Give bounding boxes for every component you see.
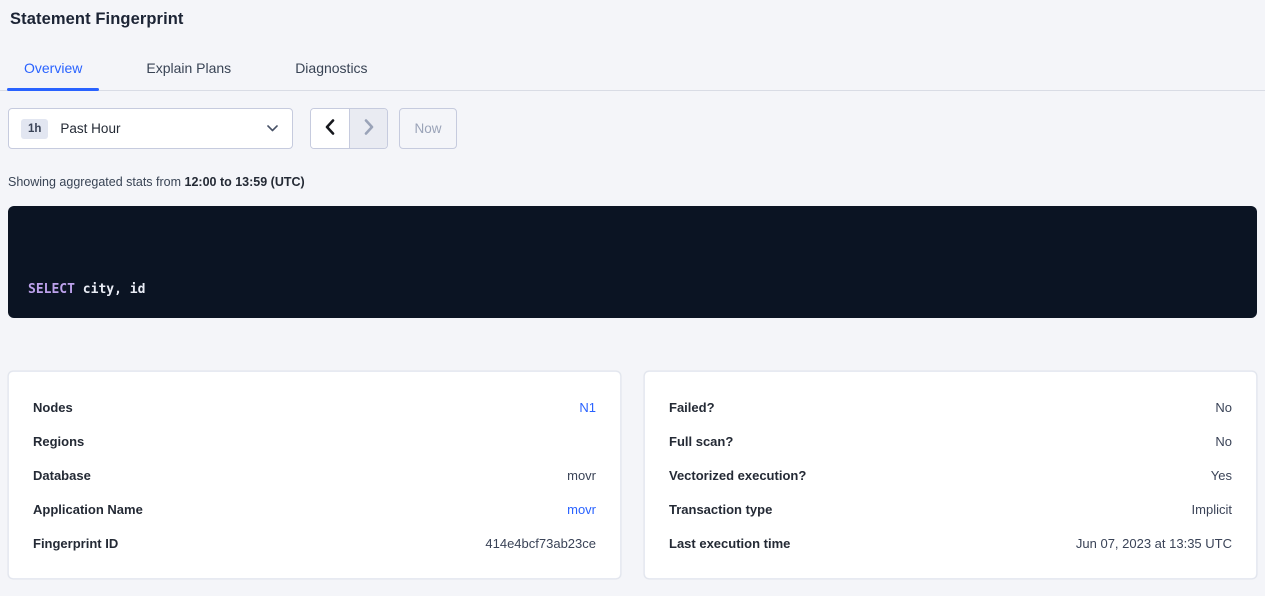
execution-attributes-card: Failed? No Full scan? No Vectorized exec… <box>644 371 1257 579</box>
sql-statement-box: SELECT city, id FROM vehicles WHERE city… <box>8 206 1257 318</box>
page-header: Statement Fingerprint <box>10 10 1265 32</box>
row-label-full-scan: Full scan? <box>669 434 733 449</box>
failed-value: No <box>1215 400 1232 415</box>
row-label-regions: Regions <box>33 434 84 449</box>
sql-text: city, id <box>75 282 145 297</box>
stats-prefix: Showing aggregated stats from <box>8 175 185 189</box>
interval-label: Past Hour <box>60 121 120 136</box>
database-value: movr <box>567 468 596 483</box>
tab-explain-plans[interactable]: Explain Plans <box>129 59 248 90</box>
time-toolbar: 1h Past Hour Now <box>8 108 1265 149</box>
table-row: Application Name movr <box>33 492 596 526</box>
tab-diagnostics[interactable]: Diagnostics <box>278 59 384 90</box>
stats-range: 12:00 to 13:59 (UTC) <box>185 175 305 189</box>
transaction-type-value: Implicit <box>1192 502 1232 517</box>
row-label-database: Database <box>33 468 91 483</box>
chevron-right-icon <box>364 119 374 138</box>
fingerprint-id-value: 414e4bcf73ab23ce <box>485 536 596 551</box>
now-button[interactable]: Now <box>399 108 457 149</box>
table-row: Vectorized execution? Yes <box>669 458 1232 492</box>
tab-diagnostics-label: Diagnostics <box>295 60 367 76</box>
aggregated-stats-text: Showing aggregated stats from 12:00 to 1… <box>8 174 1265 190</box>
statement-details-card: Nodes N1 Regions Database movr Applicati… <box>8 371 621 579</box>
next-interval-button[interactable] <box>349 109 387 148</box>
row-label-application-name: Application Name <box>33 502 143 517</box>
sql-keyword: SELECT <box>28 282 75 297</box>
row-label-transaction-type: Transaction type <box>669 502 772 517</box>
row-label-last-execution-time: Last execution time <box>669 536 790 551</box>
sql-line: SELECT city, id <box>28 278 1237 301</box>
page-title: Statement Fingerprint <box>10 10 184 28</box>
previous-interval-button[interactable] <box>311 109 349 148</box>
vectorized-execution-value: Yes <box>1211 468 1232 483</box>
time-range-arrows <box>310 108 388 149</box>
row-label-fingerprint-id: Fingerprint ID <box>33 536 118 551</box>
row-label-vectorized-execution: Vectorized execution? <box>669 468 806 483</box>
active-tab-underline <box>7 88 99 91</box>
nodes-link[interactable]: N1 <box>579 400 596 415</box>
last-execution-time-value: Jun 07, 2023 at 13:35 UTC <box>1076 536 1232 551</box>
table-row: Fingerprint ID 414e4bcf73ab23ce <box>33 526 596 560</box>
interval-badge: 1h <box>21 119 48 139</box>
tab-overview[interactable]: Overview <box>7 59 99 90</box>
row-label-nodes: Nodes <box>33 400 73 415</box>
table-row: Failed? No <box>669 390 1232 424</box>
table-row: Transaction type Implicit <box>669 492 1232 526</box>
row-label-failed: Failed? <box>669 400 715 415</box>
full-scan-value: No <box>1215 434 1232 449</box>
table-row: Regions <box>33 424 596 458</box>
table-row: Full scan? No <box>669 424 1232 458</box>
table-row: Database movr <box>33 458 596 492</box>
summary-cards: Nodes N1 Regions Database movr Applicati… <box>8 371 1257 579</box>
tab-explain-plans-label: Explain Plans <box>146 60 231 76</box>
tab-bar: Overview Explain Plans Diagnostics <box>0 59 1265 91</box>
chevron-left-icon <box>325 119 335 138</box>
application-name-link[interactable]: movr <box>567 502 596 517</box>
tab-overview-label: Overview <box>24 60 82 76</box>
time-interval-dropdown[interactable]: 1h Past Hour <box>8 108 293 149</box>
table-row: Last execution time Jun 07, 2023 at 13:3… <box>669 526 1232 560</box>
table-row: Nodes N1 <box>33 390 596 424</box>
chevron-down-icon <box>267 125 278 132</box>
